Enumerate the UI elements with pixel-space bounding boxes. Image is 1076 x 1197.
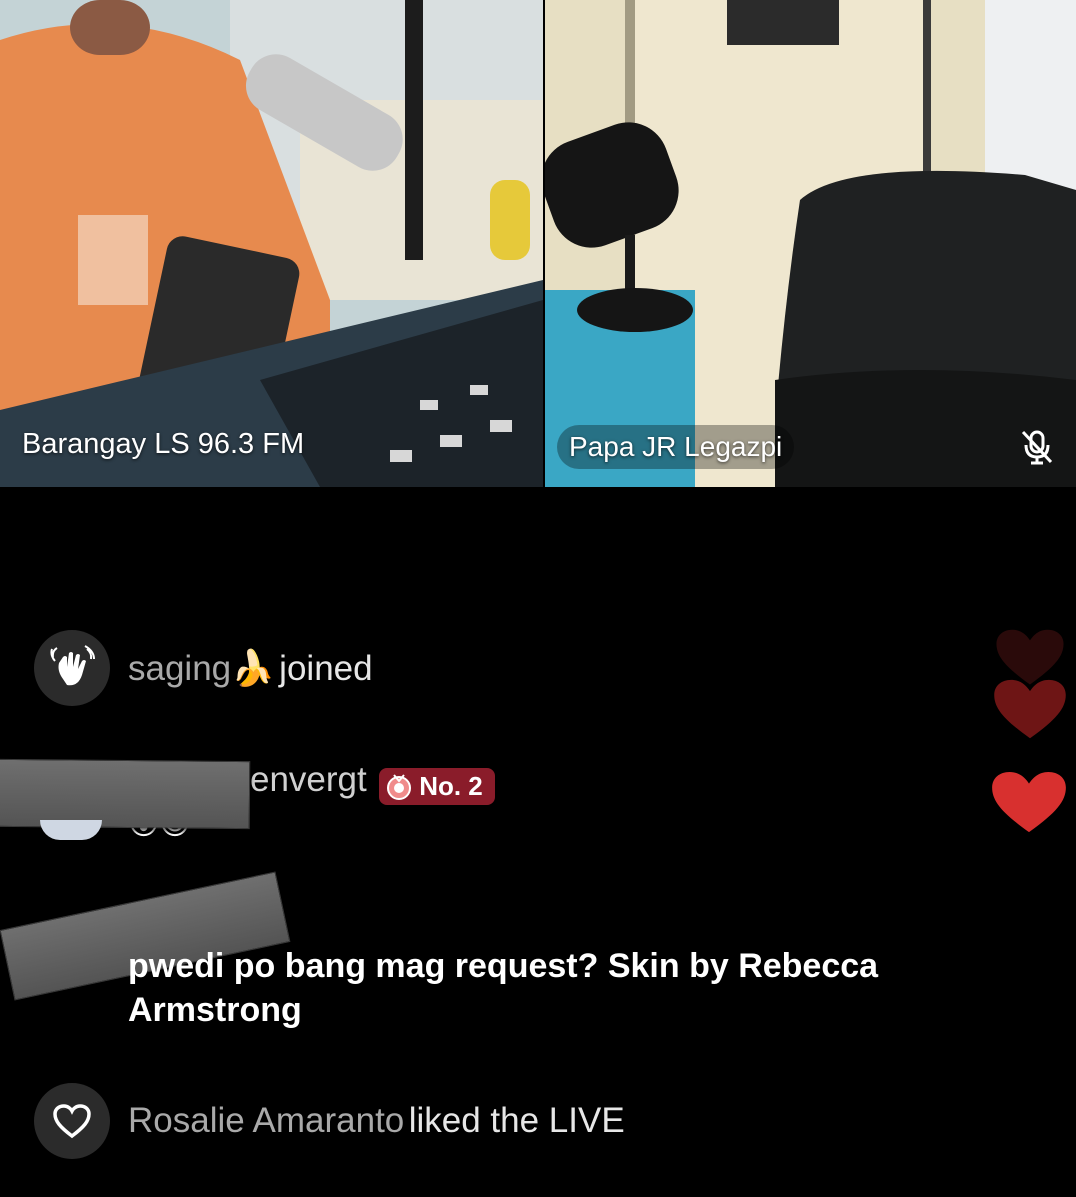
chat-row-joined: saging🍌 joined [34,630,373,706]
chat-message: pwedi po bang mag request? Skin by Rebec… [128,947,879,1029]
heart-outline-icon [34,1083,110,1159]
guest-name-label: Papa JR Legazpi [557,425,795,469]
host-name-label: Barangay LS 96.3 FM [22,428,305,460]
chat-row-liked: Rosalie Amaranto liked the LIVE [34,1083,625,1159]
redacted-avatar-block [0,758,251,830]
floating-heart-icon [992,771,1066,833]
ranked-avatar-edge [40,820,102,840]
mic-off-icon [1021,430,1053,465]
chat-username[interactable]: Rosalie Amaranto [128,1101,404,1140]
video-tile-host[interactable]: Barangay LS 96.3 FM [0,0,543,487]
chat-action: joined [279,649,373,688]
rank-badge: No. 2 [379,768,495,806]
chat-action: liked the LIVE [408,1101,625,1140]
host-video-frame [0,0,543,487]
rank-badge-label: No. 2 [419,771,483,802]
video-tile-guest[interactable]: Papa JR Legazpi [545,0,1076,487]
floating-heart-icon [994,679,1066,739]
medal-icon [387,774,412,800]
wave-hand-icon [34,630,110,706]
chat-username[interactable]: envergt [250,760,367,799]
chat-username[interactable]: saging🍌 [128,649,275,688]
guest-video-frame [545,0,1076,487]
